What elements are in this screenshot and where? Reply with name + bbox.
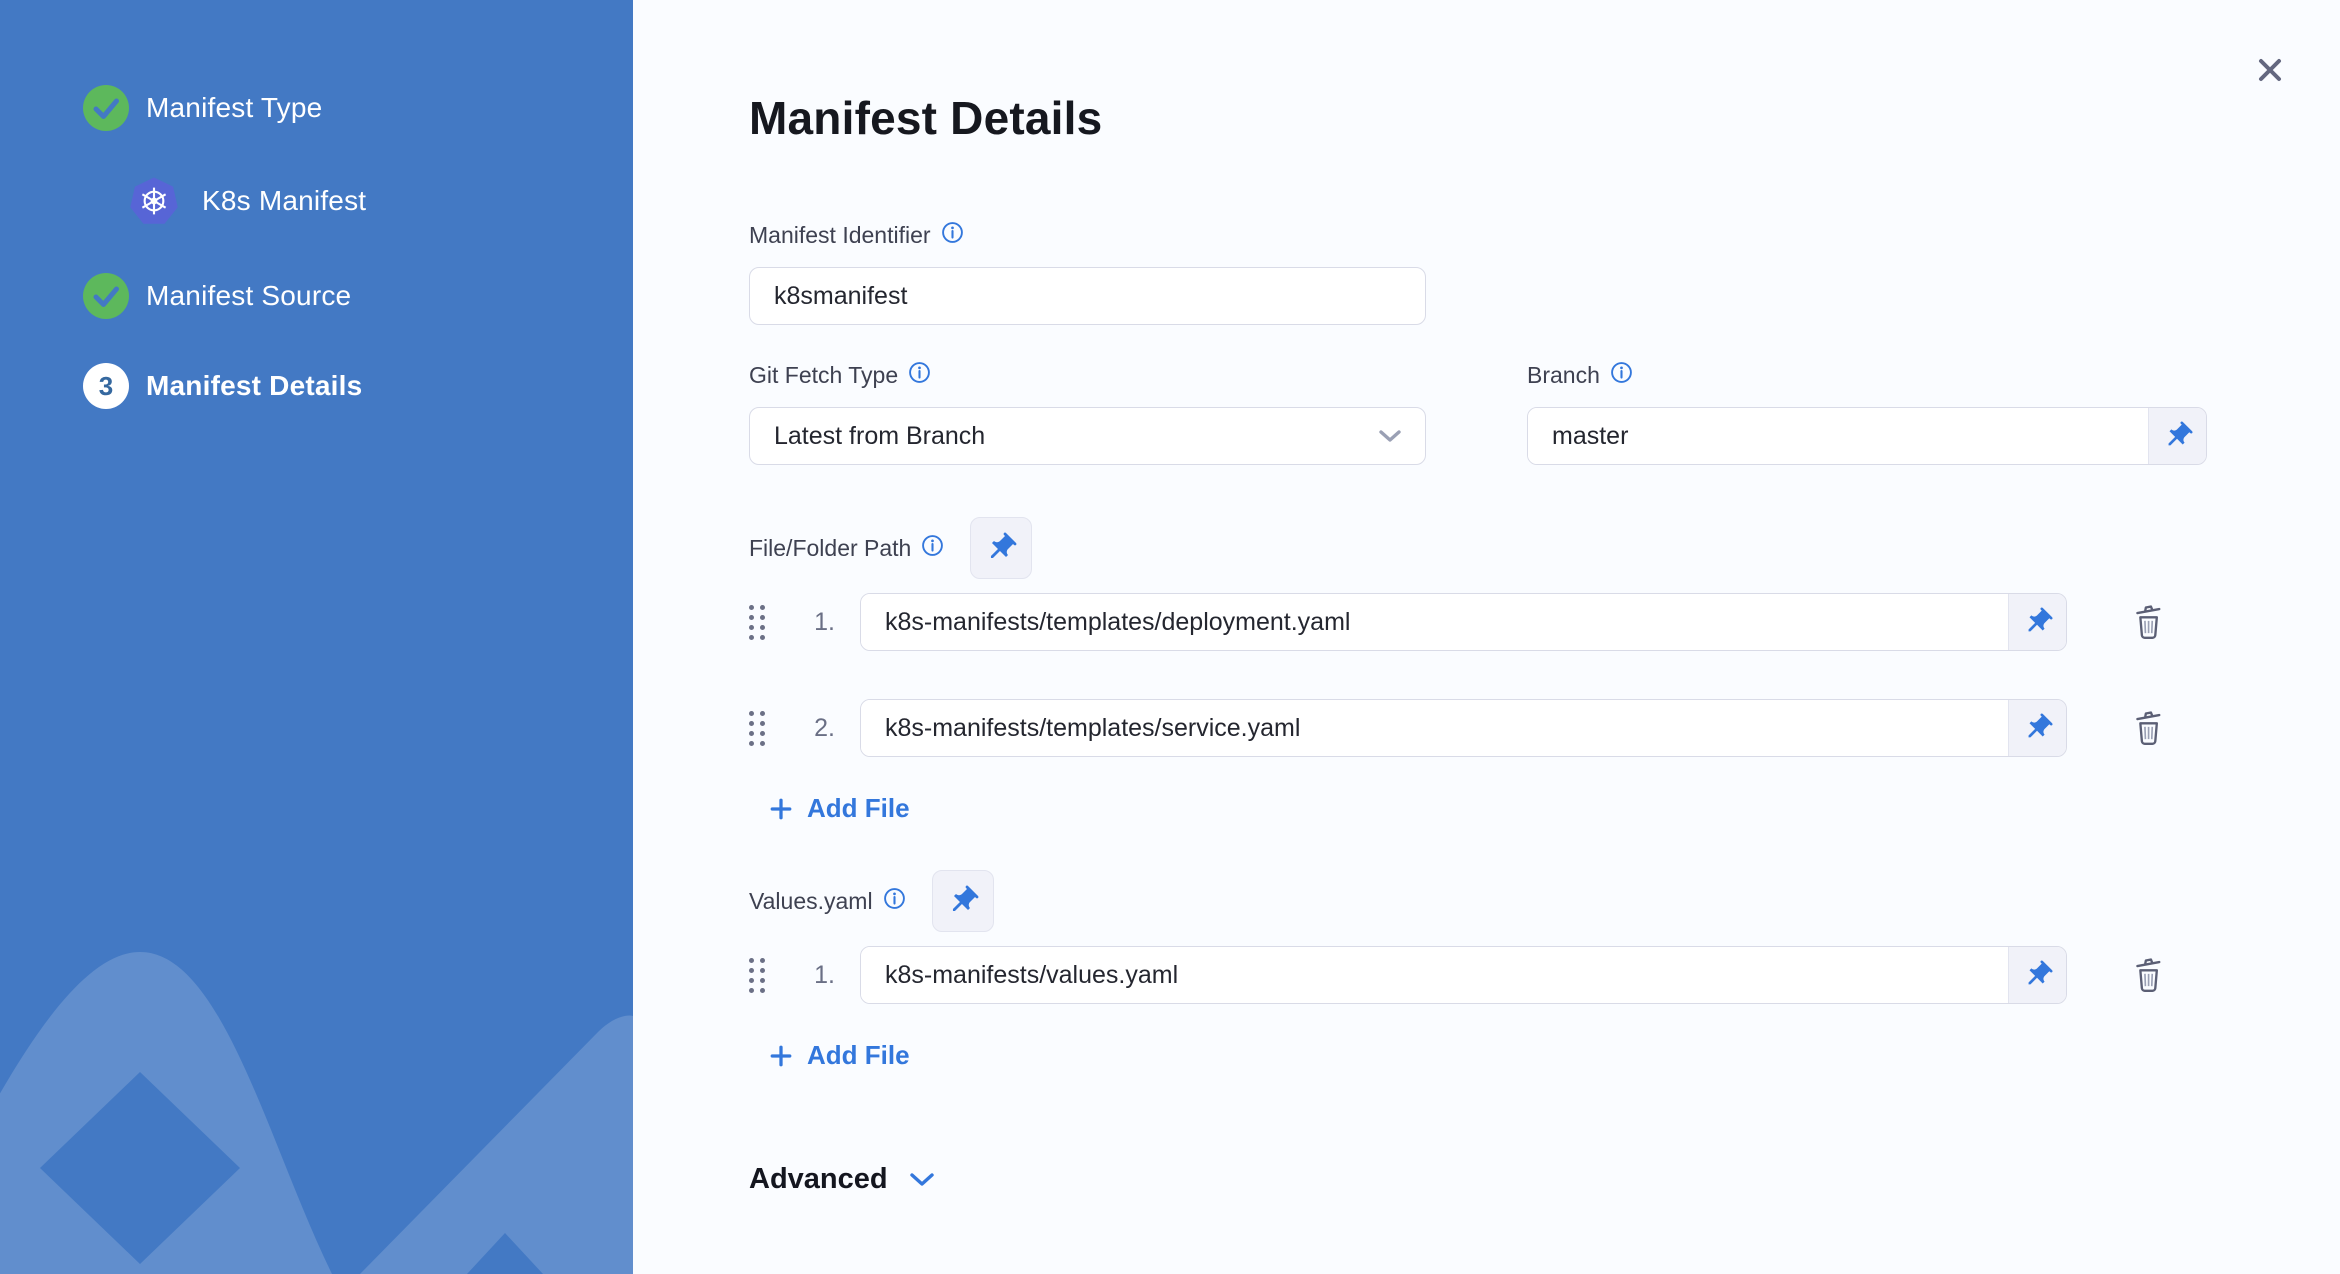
path-input-1[interactable] — [861, 594, 2008, 650]
file-folder-path-label: File/Folder Path — [749, 535, 912, 561]
path-pin-button[interactable] — [2008, 594, 2066, 650]
trash-icon — [2136, 605, 2161, 639]
chevron-down-icon — [1379, 430, 1401, 442]
trash-icon — [2136, 711, 2161, 745]
step-manifest-details-label: Manifest Details — [146, 370, 363, 401]
path-input-2[interactable] — [861, 700, 2008, 756]
harness-logo-watermark — [0, 952, 633, 1274]
manifest-identifier-label: Manifest Identifier — [749, 222, 931, 248]
add-values-file-button[interactable]: Add File — [767, 1040, 910, 1071]
pushpin-icon — [2028, 713, 2053, 738]
pushpin-icon — [2028, 607, 2053, 632]
values-yaml-list: 1. — [749, 946, 2290, 1004]
pushpin-icon — [2028, 960, 2053, 985]
row-index: 1. — [814, 607, 835, 636]
file-folder-path-pin-button[interactable] — [970, 517, 1033, 579]
info-icon[interactable] — [941, 221, 964, 244]
file-folder-path-header: File/Folder Path — [749, 517, 2290, 579]
pushpin-icon — [991, 532, 1017, 558]
substep-k8s-manifest[interactable]: K8s Manifest — [128, 175, 633, 227]
advanced-toggle[interactable]: Advanced — [749, 1163, 936, 1196]
git-fetch-type-label: Git Fetch Type — [749, 362, 899, 388]
drag-handle-icon[interactable] — [749, 604, 765, 640]
info-icon[interactable] — [1610, 361, 1633, 384]
add-file-label: Add File — [807, 1040, 910, 1070]
info-icon[interactable] — [921, 534, 944, 557]
git-fetch-type-field: Git Fetch Type Latest from Branch — [749, 361, 1426, 465]
branch-label: Branch — [1527, 362, 1600, 388]
path-row-2: 2. — [749, 699, 2290, 757]
manifest-details-panel: Manifest Details Manifest Identifier k8s… — [633, 0, 2340, 1274]
wizard-steps-sidebar: Manifest Type K8s Manifest Manifest Sour… — [0, 0, 633, 1274]
kubernetes-icon — [128, 175, 180, 227]
pushpin-icon — [2168, 421, 2193, 446]
path-row-1: 1. — [749, 593, 2290, 651]
page-title: Manifest Details — [749, 92, 1103, 144]
branch-field: Branch — [1527, 361, 2207, 465]
manifest-identifier-field: Manifest Identifier — [749, 221, 1426, 325]
step-manifest-source-label: Manifest Source — [146, 280, 352, 311]
step-manifest-details[interactable]: 3 Manifest Details — [83, 363, 633, 409]
delete-values-button[interactable] — [2129, 955, 2167, 995]
git-fetch-type-select[interactable]: Latest from Branch — [749, 407, 1426, 465]
substep-k8s-manifest-label: K8s Manifest — [202, 185, 367, 216]
row-index: 1. — [814, 960, 835, 989]
close-button[interactable] — [2248, 48, 2292, 92]
pushpin-icon — [952, 885, 979, 911]
add-file-button[interactable]: Add File — [767, 793, 910, 824]
branch-pin-button[interactable] — [2148, 408, 2206, 464]
values-yaml-section: Values.yaml 1. k8s-manifests/values.yaml… — [749, 870, 2290, 1071]
delete-path-button[interactable] — [2129, 602, 2167, 642]
values-input-1[interactable] — [861, 947, 2008, 1003]
info-icon[interactable] — [908, 361, 931, 384]
step-manifest-type[interactable]: Manifest Type — [83, 85, 633, 131]
file-folder-path-list: 1. k8s-manifests/templates/deployment.ya… — [749, 593, 2290, 757]
step-manifest-source[interactable]: Manifest Source — [83, 273, 633, 319]
check-circle-icon — [83, 273, 129, 319]
manifest-wizard-dialog: Manifest Type K8s Manifest Manifest Sour… — [0, 0, 2340, 1274]
values-pin-button[interactable] — [2008, 947, 2066, 1003]
check-circle-icon — [83, 85, 129, 131]
drag-handle-icon[interactable] — [749, 957, 765, 993]
step-number-badge: 3 — [83, 363, 129, 409]
trash-icon — [2136, 958, 2161, 992]
plus-icon — [770, 798, 792, 819]
values-yaml-label: Values.yaml — [749, 888, 873, 914]
values-row-1: 1. — [749, 946, 2290, 1004]
row-index: 2. — [814, 713, 835, 742]
values-yaml-pin-button[interactable] — [931, 870, 994, 932]
path-pin-button[interactable] — [2008, 700, 2066, 756]
add-file-label: Add File — [807, 793, 910, 823]
step-manifest-type-label: Manifest Type — [146, 92, 323, 123]
chevron-down-icon — [909, 1172, 934, 1186]
close-icon — [2259, 59, 2281, 81]
info-icon[interactable] — [883, 887, 906, 910]
advanced-label: Advanced — [749, 1163, 888, 1195]
git-fetch-type-value: Latest from Branch — [774, 421, 986, 450]
drag-handle-icon[interactable] — [749, 710, 765, 746]
branch-input[interactable] — [1528, 408, 2148, 464]
manifest-identifier-input[interactable] — [749, 267, 1426, 325]
delete-path-button[interactable] — [2129, 708, 2167, 748]
plus-icon — [770, 1045, 792, 1066]
